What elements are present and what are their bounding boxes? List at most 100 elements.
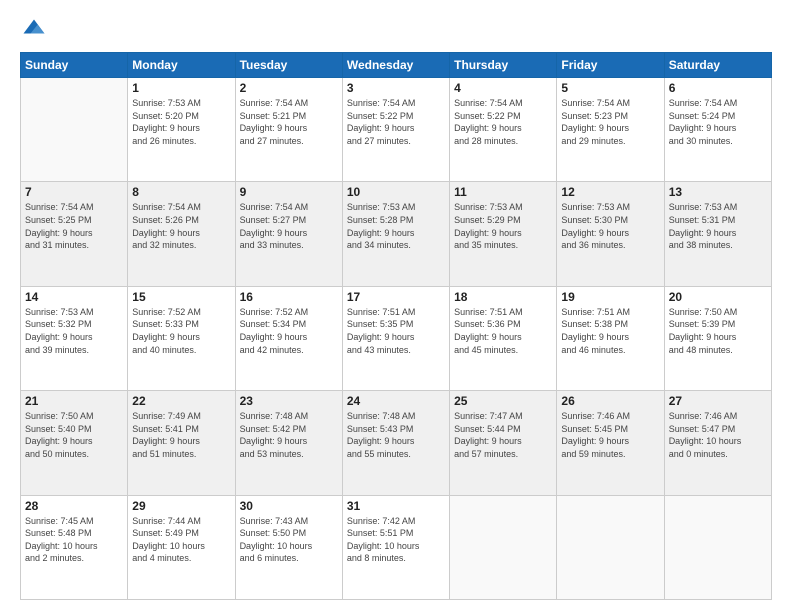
day-number: 16 — [240, 290, 338, 304]
day-info: Sunrise: 7:52 AM Sunset: 5:33 PM Dayligh… — [132, 306, 230, 356]
day-number: 5 — [561, 81, 659, 95]
calendar-cell: 12 Sunrise: 7:53 AM Sunset: 5:30 PM Dayli… — [557, 182, 664, 286]
weekday-header-sunday: Sunday — [21, 53, 128, 78]
day-info: Sunrise: 7:42 AM Sunset: 5:51 PM Dayligh… — [347, 515, 445, 565]
calendar-cell: 21 Sunrise: 7:50 AM Sunset: 5:40 PM Dayli… — [21, 391, 128, 495]
day-info: Sunrise: 7:54 AM Sunset: 5:25 PM Dayligh… — [25, 201, 123, 251]
day-number: 22 — [132, 394, 230, 408]
day-number: 8 — [132, 185, 230, 199]
calendar-cell: 25 Sunrise: 7:47 AM Sunset: 5:44 PM Dayli… — [450, 391, 557, 495]
day-number: 15 — [132, 290, 230, 304]
day-number: 19 — [561, 290, 659, 304]
day-info: Sunrise: 7:53 AM Sunset: 5:32 PM Dayligh… — [25, 306, 123, 356]
day-number: 13 — [669, 185, 767, 199]
calendar-cell: 17 Sunrise: 7:51 AM Sunset: 5:35 PM Dayli… — [342, 286, 449, 390]
day-number: 7 — [25, 185, 123, 199]
day-info: Sunrise: 7:54 AM Sunset: 5:22 PM Dayligh… — [454, 97, 552, 147]
day-number: 21 — [25, 394, 123, 408]
calendar-table: SundayMondayTuesdayWednesdayThursdayFrid… — [20, 52, 772, 600]
calendar-cell: 4 Sunrise: 7:54 AM Sunset: 5:22 PM Daylig… — [450, 78, 557, 182]
day-info: Sunrise: 7:44 AM Sunset: 5:49 PM Dayligh… — [132, 515, 230, 565]
weekday-header-monday: Monday — [128, 53, 235, 78]
calendar-cell: 6Sunrise: 7:54 AM Sunset: 5:24 PM Daylig… — [664, 78, 771, 182]
calendar-cell: 9 Sunrise: 7:54 AM Sunset: 5:27 PM Daylig… — [235, 182, 342, 286]
calendar-cell: 15 Sunrise: 7:52 AM Sunset: 5:33 PM Dayli… — [128, 286, 235, 390]
calendar-cell: 16Sunrise: 7:52 AM Sunset: 5:34 PM Dayli… — [235, 286, 342, 390]
weekday-header-tuesday: Tuesday — [235, 53, 342, 78]
day-number: 14 — [25, 290, 123, 304]
calendar-cell: 18 Sunrise: 7:51 AM Sunset: 5:36 PM Dayli… — [450, 286, 557, 390]
calendar-cell: 22 Sunrise: 7:49 AM Sunset: 5:41 PM Dayli… — [128, 391, 235, 495]
calendar-cell: 20 Sunrise: 7:50 AM Sunset: 5:39 PM Dayli… — [664, 286, 771, 390]
day-number: 17 — [347, 290, 445, 304]
day-info: Sunrise: 7:53 AM Sunset: 5:20 PM Dayligh… — [132, 97, 230, 147]
day-number: 26 — [561, 394, 659, 408]
weekday-header-row: SundayMondayTuesdayWednesdayThursdayFrid… — [21, 53, 772, 78]
day-number: 29 — [132, 499, 230, 513]
week-row-5: 28Sunrise: 7:45 AM Sunset: 5:48 PM Dayli… — [21, 495, 772, 599]
calendar-cell — [557, 495, 664, 599]
weekday-header-friday: Friday — [557, 53, 664, 78]
day-number: 12 — [561, 185, 659, 199]
day-info: Sunrise: 7:47 AM Sunset: 5:44 PM Dayligh… — [454, 410, 552, 460]
calendar-cell: 30Sunrise: 7:43 AM Sunset: 5:50 PM Dayli… — [235, 495, 342, 599]
day-info: Sunrise: 7:50 AM Sunset: 5:39 PM Dayligh… — [669, 306, 767, 356]
day-number: 2 — [240, 81, 338, 95]
calendar-cell: 27Sunrise: 7:46 AM Sunset: 5:47 PM Dayli… — [664, 391, 771, 495]
calendar-cell: 28Sunrise: 7:45 AM Sunset: 5:48 PM Dayli… — [21, 495, 128, 599]
calendar-cell: 5Sunrise: 7:54 AM Sunset: 5:23 PM Daylig… — [557, 78, 664, 182]
calendar-cell — [450, 495, 557, 599]
header — [20, 16, 772, 44]
day-number: 1 — [132, 81, 230, 95]
day-number: 10 — [347, 185, 445, 199]
calendar-cell — [664, 495, 771, 599]
calendar-cell: 13 Sunrise: 7:53 AM Sunset: 5:31 PM Dayli… — [664, 182, 771, 286]
day-info: Sunrise: 7:54 AM Sunset: 5:24 PM Dayligh… — [669, 97, 767, 147]
day-info: Sunrise: 7:54 AM Sunset: 5:21 PM Dayligh… — [240, 97, 338, 147]
calendar-cell: 31 Sunrise: 7:42 AM Sunset: 5:51 PM Dayli… — [342, 495, 449, 599]
day-number: 4 — [454, 81, 552, 95]
day-number: 25 — [454, 394, 552, 408]
day-info: Sunrise: 7:51 AM Sunset: 5:36 PM Dayligh… — [454, 306, 552, 356]
day-info: Sunrise: 7:50 AM Sunset: 5:40 PM Dayligh… — [25, 410, 123, 460]
weekday-header-thursday: Thursday — [450, 53, 557, 78]
day-info: Sunrise: 7:51 AM Sunset: 5:35 PM Dayligh… — [347, 306, 445, 356]
day-number: 30 — [240, 499, 338, 513]
day-number: 20 — [669, 290, 767, 304]
day-number: 31 — [347, 499, 445, 513]
day-number: 9 — [240, 185, 338, 199]
week-row-4: 21 Sunrise: 7:50 AM Sunset: 5:40 PM Dayli… — [21, 391, 772, 495]
day-number: 24 — [347, 394, 445, 408]
calendar-cell: 19Sunrise: 7:51 AM Sunset: 5:38 PM Dayli… — [557, 286, 664, 390]
day-info: Sunrise: 7:54 AM Sunset: 5:27 PM Dayligh… — [240, 201, 338, 251]
calendar-cell: 2 Sunrise: 7:54 AM Sunset: 5:21 PM Daylig… — [235, 78, 342, 182]
day-info: Sunrise: 7:53 AM Sunset: 5:29 PM Dayligh… — [454, 201, 552, 251]
week-row-1: 1 Sunrise: 7:53 AM Sunset: 5:20 PM Daylig… — [21, 78, 772, 182]
weekday-header-saturday: Saturday — [664, 53, 771, 78]
calendar-cell: 23Sunrise: 7:48 AM Sunset: 5:42 PM Dayli… — [235, 391, 342, 495]
day-number: 18 — [454, 290, 552, 304]
day-info: Sunrise: 7:53 AM Sunset: 5:31 PM Dayligh… — [669, 201, 767, 251]
day-number: 11 — [454, 185, 552, 199]
calendar-cell: 29 Sunrise: 7:44 AM Sunset: 5:49 PM Dayli… — [128, 495, 235, 599]
day-info: Sunrise: 7:53 AM Sunset: 5:30 PM Dayligh… — [561, 201, 659, 251]
day-info: Sunrise: 7:54 AM Sunset: 5:26 PM Dayligh… — [132, 201, 230, 251]
day-info: Sunrise: 7:53 AM Sunset: 5:28 PM Dayligh… — [347, 201, 445, 251]
calendar-cell: 3 Sunrise: 7:54 AM Sunset: 5:22 PM Daylig… — [342, 78, 449, 182]
week-row-2: 7 Sunrise: 7:54 AM Sunset: 5:25 PM Daylig… — [21, 182, 772, 286]
calendar-cell: 1 Sunrise: 7:53 AM Sunset: 5:20 PM Daylig… — [128, 78, 235, 182]
day-info: Sunrise: 7:49 AM Sunset: 5:41 PM Dayligh… — [132, 410, 230, 460]
calendar-cell — [21, 78, 128, 182]
calendar-cell: 26Sunrise: 7:46 AM Sunset: 5:45 PM Dayli… — [557, 391, 664, 495]
week-row-3: 14 Sunrise: 7:53 AM Sunset: 5:32 PM Dayli… — [21, 286, 772, 390]
day-number: 3 — [347, 81, 445, 95]
calendar-cell: 24 Sunrise: 7:48 AM Sunset: 5:43 PM Dayli… — [342, 391, 449, 495]
calendar-page: SundayMondayTuesdayWednesdayThursdayFrid… — [0, 0, 792, 612]
day-info: Sunrise: 7:45 AM Sunset: 5:48 PM Dayligh… — [25, 515, 123, 565]
logo-icon — [20, 16, 48, 44]
calendar-cell: 14 Sunrise: 7:53 AM Sunset: 5:32 PM Dayli… — [21, 286, 128, 390]
day-info: Sunrise: 7:54 AM Sunset: 5:22 PM Dayligh… — [347, 97, 445, 147]
day-info: Sunrise: 7:48 AM Sunset: 5:43 PM Dayligh… — [347, 410, 445, 460]
logo — [20, 16, 52, 44]
day-number: 27 — [669, 394, 767, 408]
